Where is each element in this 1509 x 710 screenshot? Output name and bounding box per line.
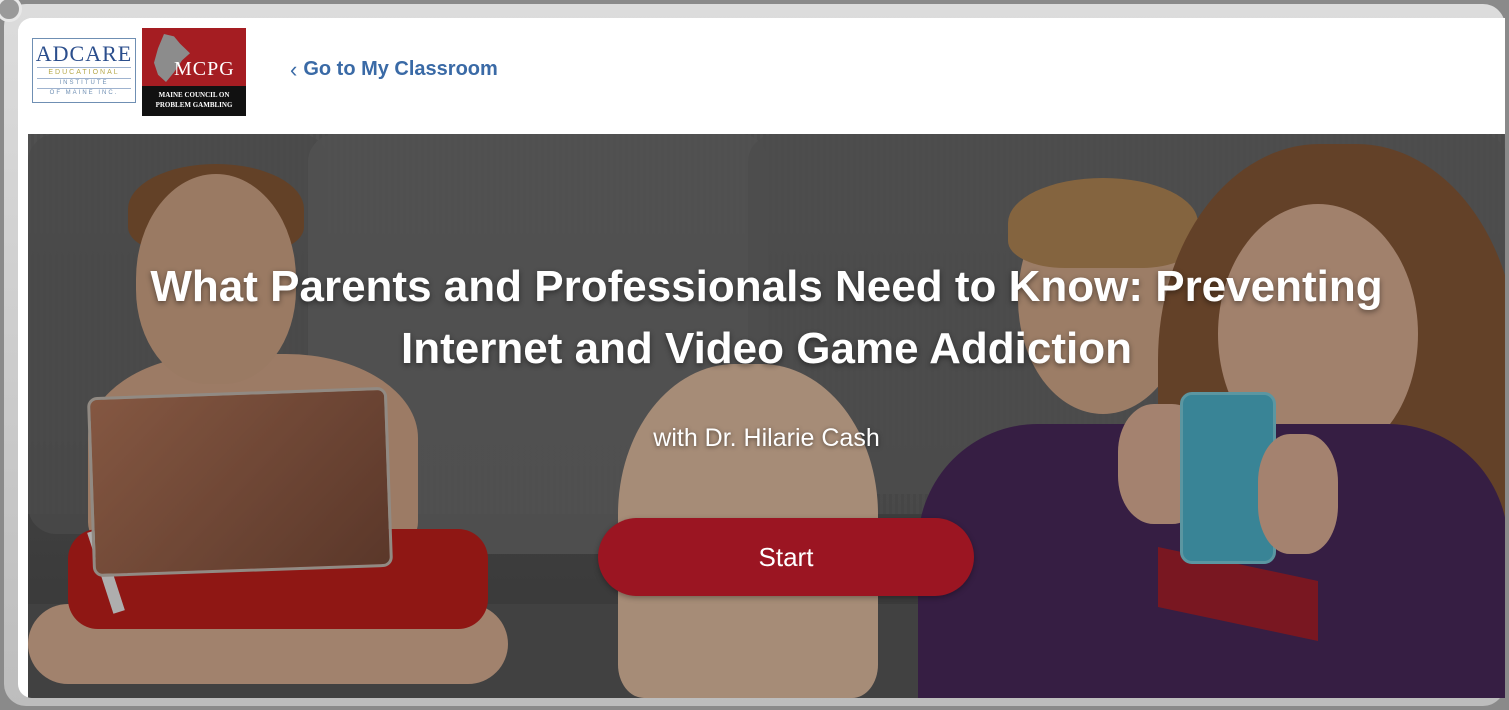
go-to-classroom-label: Go to My Classroom (303, 58, 498, 80)
page: ADCARE EDUCATIONAL INSTITUTE OF MAINE IN… (18, 18, 1505, 698)
mcpg-logo-band-line1: MAINE COUNCIL ON (158, 91, 230, 99)
course-hero: What Parents and Professionals Need to K… (28, 134, 1505, 698)
course-header: ADCARE EDUCATIONAL INSTITUTE OF MAINE IN… (18, 18, 1505, 134)
go-to-classroom-link[interactable]: ‹ Go to My Classroom (290, 58, 498, 81)
mcpg-logo-mark: MCPG (174, 58, 235, 80)
hero-content: What Parents and Professionals Need to K… (28, 134, 1505, 698)
adcare-logo-line2: INSTITUTE (37, 78, 131, 88)
adcare-logo: ADCARE EDUCATIONAL INSTITUTE OF MAINE IN… (32, 38, 136, 103)
course-instructor: with Dr. Hilarie Cash (653, 424, 880, 452)
mcpg-logo-band: MAINE COUNCIL ON PROBLEM GAMBLING (142, 86, 246, 116)
adcare-logo-brand: ADCARE (35, 41, 133, 66)
device-frame: ADCARE EDUCATIONAL INSTITUTE OF MAINE IN… (0, 0, 1505, 706)
chevron-left-icon: ‹ (290, 56, 298, 82)
start-button[interactable]: Start (598, 518, 974, 596)
course-title: What Parents and Professionals Need to K… (150, 262, 1383, 373)
mcpg-logo-band-line2: PROBLEM GAMBLING (155, 101, 233, 109)
mcpg-logo: MCPG MAINE COUNCIL ON PROBLEM GAMBLING (142, 28, 246, 116)
adcare-logo-line1: EDUCATIONAL (37, 67, 131, 78)
adcare-logo-line3: OF MAINE INC. (37, 88, 131, 98)
